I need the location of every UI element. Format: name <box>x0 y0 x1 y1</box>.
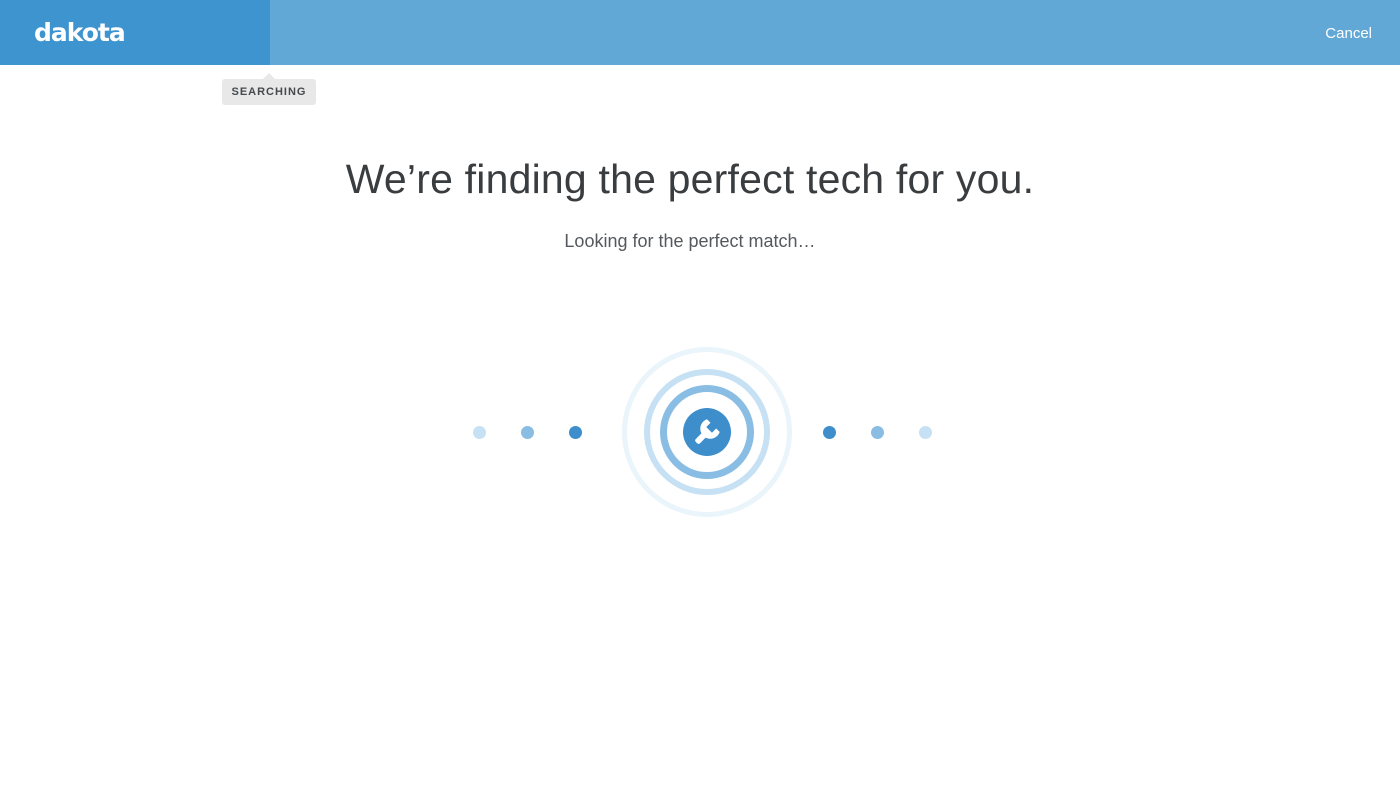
progress-dot-right-2 <box>871 426 884 439</box>
progress-dot-right-1 <box>823 426 836 439</box>
page-subtitle: Looking for the perfect match… <box>564 231 816 251</box>
progress-dot-left-3 <box>569 426 582 439</box>
cancel-button[interactable]: Cancel <box>1325 23 1372 45</box>
status-badge: SEARCHING <box>222 79 316 105</box>
logo-block[interactable]: dakota <box>0 0 270 65</box>
progress-dot-left-1 <box>473 426 486 439</box>
searching-spinner <box>622 347 792 517</box>
progress-dot-left-2 <box>521 426 534 439</box>
top-bar: dakota Cancel <box>0 0 1400 65</box>
dakota-logo[interactable]: dakota <box>34 16 126 50</box>
progress-dot-right-3 <box>919 426 932 439</box>
page-title: We’re finding the perfect tech for you. <box>345 156 1035 202</box>
